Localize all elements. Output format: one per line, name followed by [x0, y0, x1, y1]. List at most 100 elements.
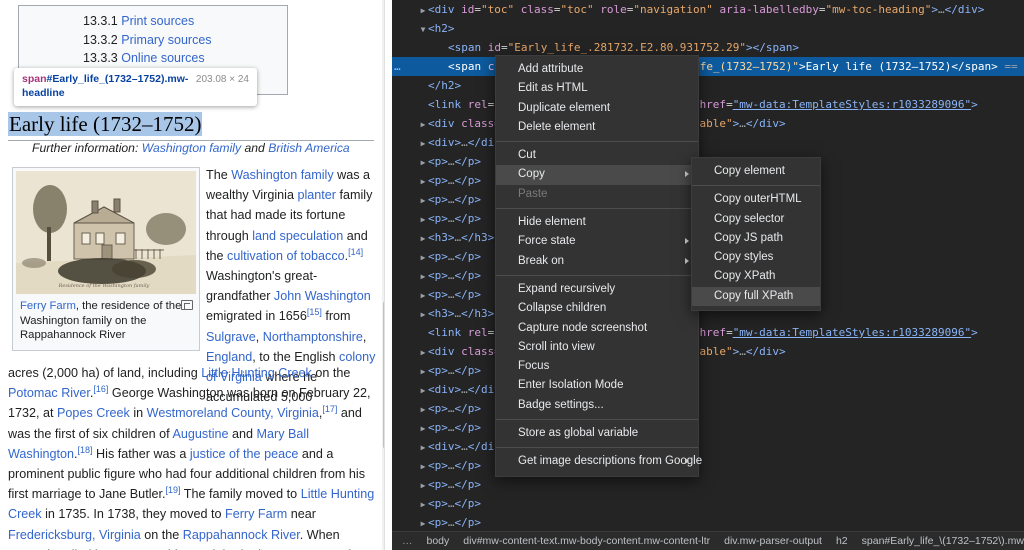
disclosure-triangle-icon[interactable]	[418, 476, 428, 495]
dom-node[interactable]: <h2>	[392, 19, 1024, 38]
toc-item-label[interactable]: Online sources	[121, 51, 204, 65]
dom-node[interactable]: <p>…</p>	[392, 399, 1024, 418]
disclosure-triangle-icon[interactable]	[418, 1, 428, 20]
menu-item[interactable]: Copy styles	[692, 248, 820, 267]
link-ferry-farm[interactable]: Ferry Farm	[225, 507, 287, 521]
breadcrumb-item[interactable]: div.mw-parser-output	[717, 532, 829, 550]
breadcrumb-item[interactable]: div#mw-content-text.mw-body-content.mw-c…	[456, 532, 717, 550]
disclosure-triangle-icon[interactable]	[418, 210, 428, 229]
disclosure-triangle-icon[interactable]	[418, 457, 428, 476]
link-westmoreland-county[interactable]: Westmoreland County, Virginia	[147, 406, 319, 420]
link-cultivation-of-tobacco[interactable]: cultivation of tobacco	[227, 249, 345, 263]
link-little-hunting-creek-2[interactable]: Little Hunting Creek	[8, 487, 374, 521]
toc-item-label[interactable]: Primary sources	[121, 33, 211, 47]
disclosure-triangle-icon[interactable]	[418, 343, 428, 362]
dom-node[interactable]: <div>…</div>	[392, 380, 1024, 399]
ref-19[interactable]: [19]	[166, 485, 181, 495]
menu-item[interactable]: Copy XPath	[692, 267, 820, 286]
disclosure-triangle-icon[interactable]	[418, 514, 428, 531]
toc-item[interactable]: 13.3.1 Print sources	[29, 12, 277, 31]
link-sulgrave[interactable]: Sulgrave	[206, 330, 256, 344]
menu-item[interactable]: Get image descriptions from Google	[496, 452, 702, 471]
disclosure-triangle-icon[interactable]	[418, 229, 428, 248]
disclosure-triangle-icon[interactable]	[418, 115, 428, 134]
ref-18[interactable]: [18]	[78, 445, 93, 455]
dom-node[interactable]: <div class="hatnote navigation-not-searc…	[392, 342, 1024, 361]
menu-item[interactable]: Add attribute	[496, 60, 698, 79]
disclosure-triangle-icon[interactable]	[418, 305, 428, 324]
ref-15[interactable]: [15]	[307, 307, 322, 317]
disclosure-triangle-icon[interactable]	[418, 153, 428, 172]
menu-item[interactable]: Store as global variable	[496, 424, 698, 443]
link-washington-family[interactable]: Washington family	[231, 168, 333, 182]
dom-node[interactable]: <p>…</p>	[392, 456, 1024, 475]
ref-14[interactable]: [14]	[348, 247, 363, 257]
ref-17[interactable]: [17]	[322, 404, 337, 414]
dom-context-menu[interactable]: Add attribute Edit as HTML Duplicate eleme…	[495, 55, 702, 477]
menu-item[interactable]: Force state	[496, 232, 698, 251]
dom-node[interactable]: <div>…</div>	[392, 437, 1024, 456]
toc-item-label[interactable]: Print sources	[121, 14, 194, 28]
menu-item[interactable]: Enter Isolation Mode	[496, 376, 698, 395]
dom-node-selected[interactable]: …<span class="mw-headline" id="Early_lif…	[392, 57, 1024, 76]
toc-item[interactable]: 13.3.2 Primary sources	[29, 31, 277, 50]
menu-item[interactable]: Duplicate element	[496, 99, 698, 118]
dom-node[interactable]: <span id="Early_life_.281732.E2.80.93175…	[392, 38, 1024, 57]
disclosure-triangle-icon[interactable]	[418, 172, 428, 191]
ref-16[interactable]: [16]	[93, 384, 108, 394]
disclosure-triangle-icon[interactable]	[418, 495, 428, 514]
panel-splitter[interactable]	[384, 0, 392, 550]
dom-node[interactable]: <div>…</div>	[392, 133, 1024, 152]
link-augustine[interactable]: Augustine	[173, 427, 229, 441]
menu-item[interactable]: Expand recursively	[496, 280, 698, 299]
breadcrumb-item[interactable]: span#Early_life_\(1732–1752\).mw	[855, 532, 1024, 550]
breadcrumb-item[interactable]: body	[420, 532, 457, 550]
hatnote-link-british-america[interactable]: British America	[268, 141, 350, 155]
disclosure-triangle-icon[interactable]	[418, 191, 428, 210]
dom-node[interactable]: <p>…</p>	[392, 494, 1024, 513]
disclosure-triangle-icon[interactable]	[418, 134, 428, 153]
dom-node[interactable]: <p>…</p>	[392, 418, 1024, 437]
dom-node[interactable]: <p>…</p>	[392, 513, 1024, 531]
menu-item[interactable]: Edit as HTML	[496, 79, 698, 98]
menu-item[interactable]: Copy selector	[692, 210, 820, 229]
dom-node[interactable]: </h2>	[392, 76, 1024, 95]
dom-node[interactable]: <p>…</p>	[392, 475, 1024, 494]
menu-item[interactable]: Copy	[496, 165, 698, 185]
menu-item[interactable]: Break on	[496, 252, 698, 271]
link-john-washington[interactable]: John Washington	[274, 289, 371, 303]
disclosure-triangle-icon[interactable]	[418, 362, 428, 381]
enlarge-icon[interactable]	[181, 300, 193, 310]
dom-node[interactable]: <link rel="mw-deduplicated-inline-style"…	[392, 323, 1024, 342]
link-planter[interactable]: planter	[297, 188, 336, 202]
menu-item[interactable]: Hide element	[496, 213, 698, 232]
menu-item[interactable]: Delete element	[496, 118, 698, 137]
copy-submenu[interactable]: Copy element Copy outerHTML Copy selector C…	[691, 157, 821, 312]
link-popes-creek[interactable]: Popes Creek	[57, 406, 130, 420]
menu-item[interactable]: Copy element	[692, 162, 820, 181]
menu-item[interactable]: Scroll into view	[496, 338, 698, 357]
dom-node[interactable]: <p>…</p>	[392, 361, 1024, 380]
disclosure-triangle-icon[interactable]	[418, 20, 428, 39]
dom-node[interactable]: <div id="toc" class="toc" role="navigati…	[392, 0, 1024, 19]
breadcrumb-item[interactable]: …	[392, 532, 420, 550]
link-little-hunting-creek[interactable]: Little Hunting Creek	[201, 366, 312, 380]
dom-node[interactable]: <div class="hatnote navigation-not-searc…	[392, 114, 1024, 133]
disclosure-triangle-icon[interactable]	[418, 248, 428, 267]
dom-breadcrumb-bar[interactable]: … body div#mw-content-text.mw-body-content…	[392, 531, 1024, 550]
disclosure-triangle-icon[interactable]	[418, 438, 428, 457]
breadcrumb-item[interactable]: h2	[829, 532, 855, 550]
menu-item[interactable]: Copy full XPath	[692, 286, 820, 307]
disclosure-triangle-icon[interactable]	[418, 381, 428, 400]
dom-node[interactable]: <link rel="mw-deduplicated-inline-style"…	[392, 95, 1024, 114]
menu-item[interactable]: Capture node screenshot	[496, 319, 698, 338]
disclosure-triangle-icon[interactable]	[418, 400, 428, 419]
link-justice-of-the-peace[interactable]: justice of the peace	[190, 447, 299, 461]
menu-item[interactable]: Collapse children	[496, 299, 698, 318]
toc-item[interactable]: 13.3.3 Online sources	[29, 49, 277, 68]
menu-item[interactable]: Badge settings...	[496, 396, 698, 415]
menu-item[interactable]: Copy outerHTML	[692, 190, 820, 209]
disclosure-triangle-icon[interactable]	[418, 267, 428, 286]
link-england[interactable]: England	[206, 350, 252, 364]
link-rappahannock-river[interactable]: Rappahannock River	[183, 528, 300, 542]
